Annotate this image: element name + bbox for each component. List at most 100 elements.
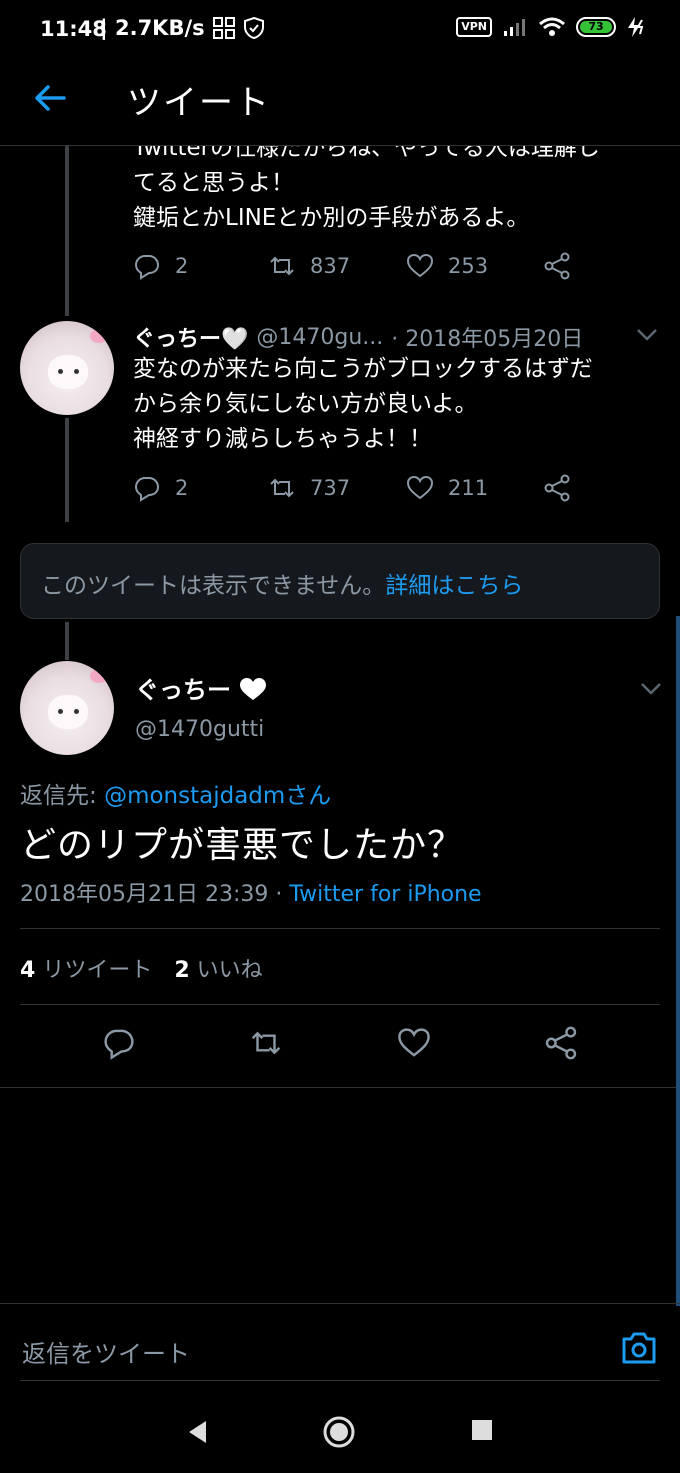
tweet-text-line: 神経すり減らしちゃうよ！！ [133, 426, 432, 452]
tweet-text-line: 鍵垢とかLINEとか別の手段があるよ。 [133, 205, 530, 231]
thread-connector [65, 418, 69, 522]
retweet-icon [270, 478, 294, 498]
reply-count: 2 [175, 476, 189, 500]
retweet-button[interactable]: 837 [268, 252, 406, 280]
avatar-eye [74, 709, 79, 714]
retweet-stat-count: 4 [20, 958, 36, 983]
retweet-icon [270, 256, 294, 276]
network-speed: | 2.7KB/s [100, 16, 205, 40]
main-author-name[interactable]: ぐっちー [135, 670, 267, 705]
like-button[interactable]: 211 [406, 474, 543, 502]
reply-button[interactable]: 2 [133, 252, 268, 280]
system-nav-bar [0, 1393, 680, 1473]
grid-app-icon [212, 17, 235, 39]
tweet-text-line: 変なのが来たら向こうがブロックするはずだ [133, 356, 593, 382]
avatar-face [48, 695, 88, 729]
retweet-stat[interactable]: 4 リツイート [20, 952, 152, 984]
reply-button[interactable]: 2 [133, 474, 268, 502]
top-app-bar: ツイート [0, 60, 680, 146]
status-right-icons: VPN 73 [456, 16, 646, 38]
tweet-text-line: から余り気にしない方が良いよ。 [133, 391, 478, 417]
signal-icon [504, 19, 525, 36]
chevron-down-icon[interactable] [640, 682, 662, 696]
nav-home-icon[interactable] [322, 1415, 356, 1449]
retweet-count: 737 [310, 476, 351, 500]
author-name-text: ぐっちー [135, 676, 231, 704]
divider [0, 1087, 680, 1088]
camera-icon[interactable] [620, 1330, 658, 1366]
battery-indicator: 73 [576, 17, 616, 37]
retweet-button[interactable]: 737 [268, 474, 406, 502]
vpn-badge: VPN [456, 17, 492, 37]
composer-underline [20, 1380, 660, 1381]
chevron-down-icon[interactable] [636, 328, 658, 342]
unavailable-message: このツイートは表示できません。 [41, 573, 386, 599]
retweet-count: 837 [310, 254, 351, 278]
share-button[interactable] [543, 474, 571, 502]
thread-tweet-2-header: ぐっちー🤍 @1470gu... · 2018年05月20日 [133, 321, 583, 353]
reply-icon [134, 255, 160, 280]
tweet-meta: 2018年05月21日 23:39 · Twitter for iPhone [20, 876, 482, 908]
avatar-eye [74, 369, 79, 374]
reply-icon[interactable] [102, 1026, 136, 1060]
reply-prefix: 返信先: [20, 783, 105, 809]
main-author-handle[interactable]: @1470gutti [135, 717, 264, 742]
retweet-stat-label: リツイート [42, 958, 153, 983]
like-count: 253 [448, 254, 489, 278]
reply-mention-link[interactable]: @monstajdadmさん [104, 783, 331, 809]
tweet-timestamp: 2018年05月21日 23:39 · [20, 882, 290, 907]
tweet-source-link[interactable]: Twitter for iPhone [289, 882, 481, 907]
battery-level: 73 [580, 21, 612, 33]
wifi-icon [539, 17, 565, 36]
unavailable-tweet-notice: このツイートは表示できません。詳細はこちら [20, 543, 660, 619]
avatar-bow [90, 669, 108, 683]
main-tweet-actions [0, 1026, 680, 1060]
heart-icon[interactable] [397, 1026, 431, 1060]
thread-tweet-1-actions: 2 837 253 [133, 252, 583, 280]
thread-tweet-2-actions: 2 737 211 [133, 474, 583, 502]
nav-recents-icon[interactable] [471, 1419, 493, 1441]
retweet-icon[interactable] [249, 1026, 283, 1060]
reply-input-placeholder[interactable]: 返信をツイート [22, 1334, 190, 1369]
share-icon [544, 474, 570, 502]
avatar[interactable] [20, 321, 114, 415]
status-bar: 11:48 | 2.7KB/s VPN 73 [0, 0, 680, 60]
tweet-stats: 4 リツイート 2 いいね [20, 952, 263, 984]
avatar-bow [90, 329, 108, 343]
like-stat[interactable]: 2 いいね [174, 952, 262, 984]
back-arrow-icon[interactable] [30, 78, 70, 118]
thread-tweet-2-text[interactable]: 変なのが来たら向こうがブロックするはずだ から余り気にしない方が良いよ。 神経す… [133, 352, 653, 457]
shield-icon [243, 16, 264, 40]
replying-to: 返信先: @monstajdadmさん [20, 776, 331, 810]
thread-connector [65, 622, 69, 660]
author-name[interactable]: ぐっちー🤍 [133, 321, 248, 353]
like-count: 211 [448, 476, 489, 500]
main-tweet-text: どのリプが害悪でしたか？ [20, 825, 465, 866]
avatar[interactable] [20, 661, 114, 755]
white-heart-icon [240, 678, 267, 700]
like-stat-label: いいね [196, 958, 263, 983]
share-icon[interactable] [544, 1026, 578, 1060]
heart-icon [406, 475, 434, 500]
divider [20, 928, 660, 929]
charging-icon [628, 17, 644, 37]
nav-back-icon[interactable] [186, 1419, 208, 1445]
page-title: ツイート [127, 83, 271, 123]
thread-connector [65, 146, 69, 316]
scrollbar[interactable] [676, 616, 680, 1306]
status-left-icons: | 2.7KB/s [100, 16, 265, 40]
share-button[interactable] [543, 252, 571, 280]
heart-icon [406, 253, 434, 278]
reply-count: 2 [175, 254, 189, 278]
avatar-eye [58, 709, 63, 714]
like-button[interactable]: 253 [406, 252, 543, 280]
status-time: 11:48 [40, 17, 107, 41]
share-icon [544, 252, 570, 280]
thread-tweet-1-text[interactable]: Twitterの仕様だからね、やってる人は理解し てると思うよ！ 鍵垢とかLIN… [133, 131, 653, 236]
tweet-text-line: てると思うよ！ [133, 170, 294, 196]
author-handle[interactable]: @1470gu... [256, 325, 383, 350]
avatar-eye [58, 369, 63, 374]
divider [20, 1004, 660, 1005]
details-link[interactable]: 詳細はこちら [385, 573, 523, 599]
avatar-face [48, 355, 88, 389]
